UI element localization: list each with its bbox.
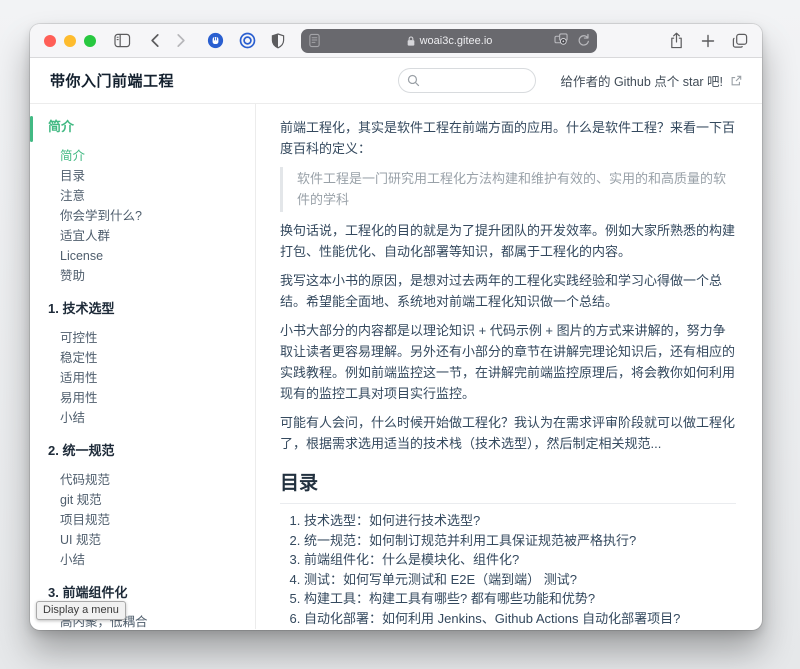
site-settings-icon[interactable] <box>554 33 569 46</box>
toc-item: 技术选型：如何进行技术选型? <box>304 514 736 528</box>
url-text: woai3c.gitee.io <box>420 35 493 47</box>
sidebar-item-notice[interactable]: 注意 <box>30 186 255 206</box>
sidebar-item-what-you-learn[interactable]: 你会学到什么? <box>30 206 255 226</box>
sidebar-item-toc[interactable]: 目录 <box>30 166 255 186</box>
ring-extension-icon[interactable] <box>239 32 256 49</box>
lock-icon <box>406 35 416 47</box>
sidebar-item-summary-2[interactable]: 小结 <box>30 550 255 570</box>
reader-mode-icon[interactable] <box>308 33 321 48</box>
reload-icon[interactable] <box>577 33 590 47</box>
privacy-shield-icon[interactable] <box>271 33 285 49</box>
share-icon[interactable] <box>669 32 684 50</box>
main-content: 前端工程化，其实是软件工程在前端方面的应用。什么是软件工程？来看一下百度百科的定… <box>256 104 762 629</box>
sidebar-item-intro[interactable]: 简介 <box>30 146 255 166</box>
toc-heading: 目录 <box>280 468 736 504</box>
github-star-label: 给作者的 Github 点个 star 吧! <box>560 71 723 90</box>
external-link-icon <box>730 75 742 87</box>
toc-item: 统一规范：如何制订规范并利用工具保证规范被严格执行? <box>304 534 736 548</box>
toc-item: 自动化部署：如何利用 Jenkins、Github Actions 自动化部署项… <box>304 612 736 626</box>
sidebar-item-project-spec[interactable]: 项目规范 <box>30 510 255 530</box>
sidebar-toggle-icon[interactable] <box>114 33 131 48</box>
site-header: 带你入门前端工程 给作者的 Github 点个 star 吧! <box>30 58 762 104</box>
zoom-window-button[interactable] <box>84 35 96 47</box>
sidebar-section-tech-selection[interactable]: 1. 技术选型 <box>30 286 255 324</box>
sidebar-item-sponsor[interactable]: 赞助 <box>30 266 255 286</box>
sidebar-item-summary-1[interactable]: 小结 <box>30 408 255 428</box>
active-section-indicator <box>30 116 33 142</box>
sidebar-item-audience[interactable]: 适宜人群 <box>30 226 255 246</box>
definition-quote: 软件工程是一门研究用工程化方法构建和维护有效的、实用的和高质量的软件的学科 <box>280 167 736 212</box>
forward-button[interactable] <box>176 33 187 48</box>
traffic-lights <box>44 35 96 47</box>
sidebar-nav: 简介 简介 目录 注意 你会学到什么? 适宜人群 License 赞助 1. 技… <box>30 104 256 629</box>
sidebar-section-label: 简介 <box>48 119 74 134</box>
sidebar-item-applicability[interactable]: 适用性 <box>30 368 255 388</box>
sidebar-item-ui-spec[interactable]: UI 规范 <box>30 530 255 550</box>
back-button[interactable] <box>149 33 160 48</box>
toc-item: 前端组件化：什么是模块化、组件化? <box>304 553 736 567</box>
toc-item: 构建工具：构建工具有哪些? 都有哪些功能和优势? <box>304 592 736 606</box>
minimize-window-button[interactable] <box>64 35 76 47</box>
site-title: 带你入门前端工程 <box>50 70 398 91</box>
new-tab-icon[interactable] <box>701 34 715 48</box>
tab-overview-icon[interactable] <box>732 33 748 49</box>
github-star-link[interactable]: 给作者的 Github 点个 star 吧! <box>560 71 742 90</box>
search-input[interactable] <box>425 74 527 88</box>
sidebar-item-usability[interactable]: 易用性 <box>30 388 255 408</box>
search-icon <box>407 74 420 87</box>
toc-list: 技术选型：如何进行技术选型? 统一规范：如何制订规范并利用工具保证规范被严格执行… <box>280 514 736 629</box>
paragraph: 我写这本小书的原因，是想对过去两年的工程化实践经验和学习心得做一个总结。希望能全… <box>280 270 736 312</box>
address-bar[interactable]: woai3c.gitee.io <box>301 29 597 53</box>
sidebar-item-code-spec[interactable]: 代码规范 <box>30 470 255 490</box>
display-menu-tooltip: Display a menu <box>36 601 126 620</box>
paragraph: 小书大部分的内容都是以理论知识 + 代码示例 + 图片的方式来讲解的，努力争取让… <box>280 320 736 404</box>
close-window-button[interactable] <box>44 35 56 47</box>
sidebar-section-unified-spec[interactable]: 2. 统一规范 <box>30 428 255 466</box>
sidebar-item-git-spec[interactable]: git 规范 <box>30 490 255 510</box>
toc-item: 测试：如何写单元测试和 E2E（端到端） 测试? <box>304 573 736 587</box>
intro-paragraph: 前端工程化，其实是软件工程在前端方面的应用。什么是软件工程？来看一下百度百科的定… <box>280 117 736 159</box>
browser-toolbar: woai3c.gitee.io <box>30 24 762 58</box>
paragraph: 换句话说，工程化的目的就是为了提升团队的开发效率。例如大家所熟悉的构建打包、性能… <box>280 220 736 262</box>
hand-extension-icon[interactable] <box>207 32 224 49</box>
search-box[interactable] <box>398 68 536 93</box>
sidebar-section-intro[interactable]: 简介 <box>30 118 255 142</box>
paragraph: 可能有人会问，什么时候开始做工程化？我认为在需求评审阶段就可以做工程化了，根据需… <box>280 412 736 454</box>
sidebar-item-controllability[interactable]: 可控性 <box>30 328 255 348</box>
browser-window: woai3c.gitee.io 带你入门前端 <box>30 24 762 630</box>
sidebar-item-stability[interactable]: 稳定性 <box>30 348 255 368</box>
sidebar-item-license[interactable]: License <box>30 246 255 266</box>
